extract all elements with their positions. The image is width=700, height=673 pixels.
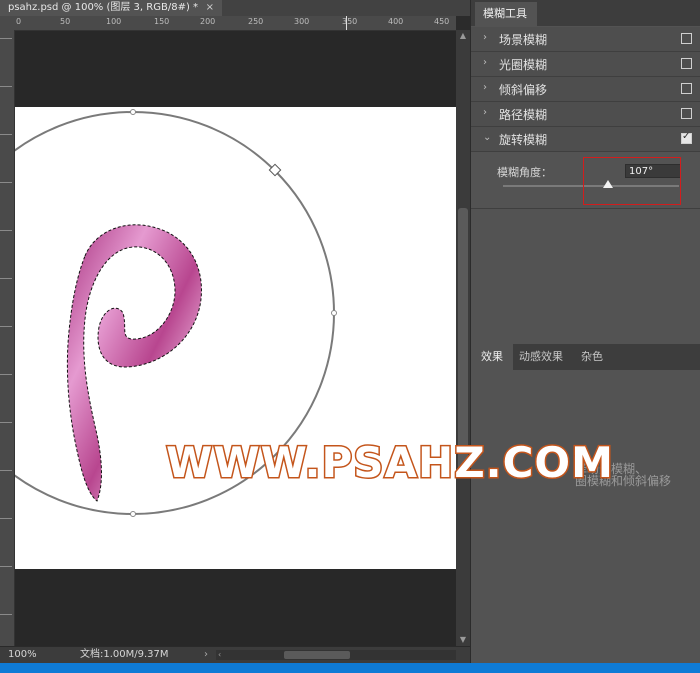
blur-item-checkbox[interactable] bbox=[681, 58, 692, 69]
ring-handle-bottom[interactable] bbox=[130, 511, 136, 517]
ruler-label: 150 bbox=[154, 17, 170, 26]
scroll-up-arrow-icon[interactable]: ▲ bbox=[456, 30, 470, 42]
blur-item-label: 路径模糊 bbox=[499, 108, 548, 122]
ruler-tick bbox=[0, 278, 12, 279]
horizontal-scrollbar[interactable]: ‹ bbox=[216, 650, 456, 660]
blur-item-label: 光圈模糊 bbox=[499, 58, 548, 72]
ruler-label: 450 bbox=[434, 17, 450, 26]
scroll-down-arrow-icon[interactable]: ▼ bbox=[456, 634, 470, 646]
canvas-area[interactable] bbox=[15, 31, 456, 646]
tab-noise[interactable]: 杂色 bbox=[571, 344, 613, 370]
status-menu-arrow-icon[interactable]: › bbox=[204, 647, 208, 662]
vertical-scrollbar-thumb[interactable] bbox=[458, 208, 468, 476]
blur-item-iris-blur[interactable]: › 光圈模糊 bbox=[471, 52, 700, 77]
close-tab-icon[interactable]: × bbox=[206, 0, 214, 16]
ruler-tick bbox=[0, 230, 12, 231]
tab-motion-effects[interactable]: 动感效果 bbox=[509, 344, 573, 370]
ruler-label: 400 bbox=[388, 17, 404, 26]
chevron-down-icon[interactable]: ⌄ bbox=[483, 132, 491, 143]
blur-item-path-blur[interactable]: › 路径模糊 bbox=[471, 102, 700, 127]
ruler-tick bbox=[0, 326, 12, 327]
ruler-tick bbox=[0, 182, 12, 183]
blur-tools-panel: 模糊工具 › 场景模糊 › 光圈模糊 › 倾斜偏移 › 路径模糊 ⌄ 旋转模糊 … bbox=[470, 0, 700, 663]
status-bar: 100% 文档:1.00M/9.37M › ‹ bbox=[0, 646, 470, 663]
horizontal-ruler: 0 50 100 150 200 250 300 350 400 450 bbox=[0, 16, 456, 31]
tab-effects[interactable]: 效果 bbox=[471, 344, 513, 370]
ruler-label: 100 bbox=[106, 17, 122, 26]
blur-item-spin-blur[interactable]: ⌄ 旋转模糊 bbox=[471, 127, 700, 152]
zoom-level[interactable]: 100% bbox=[8, 647, 37, 662]
ruler-tick bbox=[0, 38, 12, 39]
ruler-tick bbox=[0, 422, 12, 423]
document-size: 文档:1.00M/9.37M bbox=[80, 649, 169, 660]
chevron-right-icon[interactable]: › bbox=[483, 57, 487, 68]
ruler-label: 300 bbox=[294, 17, 310, 26]
ruler-label: 50 bbox=[60, 17, 71, 26]
ruler-tick bbox=[0, 614, 12, 615]
document-tab[interactable]: psahz.psd @ 100% (图层 3, RGB/8#) * × bbox=[0, 0, 222, 16]
ruler-label: 200 bbox=[200, 17, 216, 26]
ring-handle-top[interactable] bbox=[130, 109, 136, 115]
effects-tab-bar: 效果 动感效果 杂色 bbox=[471, 344, 700, 370]
blur-item-checkbox[interactable] bbox=[681, 108, 692, 119]
panel-header: 模糊工具 bbox=[471, 0, 700, 26]
horizontal-scrollbar-thumb[interactable] bbox=[284, 651, 350, 659]
spin-blur-settings: 模糊角度： 107° bbox=[471, 152, 700, 209]
blur-item-checkbox[interactable] bbox=[681, 83, 692, 94]
ruler-label: 250 bbox=[248, 17, 264, 26]
annotation-highlight-box bbox=[583, 157, 681, 205]
ring-handle-right[interactable] bbox=[331, 310, 337, 316]
blur-item-field-blur[interactable]: › 场景模糊 bbox=[471, 27, 700, 52]
watermark-text: WWW.PSAHZ.COM bbox=[165, 437, 615, 489]
ruler-tick bbox=[0, 374, 12, 375]
document-tab-title: psahz.psd @ 100% (图层 3, RGB/8#) * bbox=[8, 2, 199, 13]
blur-item-label: 场景模糊 bbox=[499, 33, 548, 47]
ruler-tick bbox=[0, 86, 12, 87]
ruler-tick bbox=[0, 134, 12, 135]
blur-item-tilt-shift[interactable]: › 倾斜偏移 bbox=[471, 77, 700, 102]
document-tab-bar: psahz.psd @ 100% (图层 3, RGB/8#) * × bbox=[0, 0, 470, 16]
ruler-tick bbox=[0, 518, 12, 519]
vertical-scrollbar[interactable]: ▲ ▼ bbox=[456, 30, 470, 646]
vertical-ruler bbox=[0, 30, 15, 646]
ruler-tick bbox=[0, 566, 12, 567]
ruler-tick bbox=[0, 470, 12, 471]
ruler-label: 350 bbox=[342, 17, 358, 26]
chevron-right-icon[interactable]: › bbox=[483, 82, 487, 93]
chevron-right-icon[interactable]: › bbox=[483, 107, 487, 118]
blur-item-label: 旋转模糊 bbox=[499, 133, 548, 147]
blur-angle-label: 模糊角度： bbox=[497, 166, 552, 179]
canvas-overlay[interactable] bbox=[15, 31, 456, 646]
tab-blur-tools[interactable]: 模糊工具 bbox=[475, 2, 537, 26]
blur-item-checkbox-checked[interactable] bbox=[681, 131, 692, 144]
scroll-left-arrow-icon[interactable]: ‹ bbox=[218, 647, 221, 662]
ruler-cursor-marker bbox=[346, 16, 347, 30]
blur-item-label: 倾斜偏移 bbox=[499, 83, 548, 97]
taskbar-strip bbox=[0, 663, 700, 673]
blur-item-checkbox[interactable] bbox=[681, 33, 692, 44]
chevron-right-icon[interactable]: › bbox=[483, 32, 487, 43]
ruler-label: 0 bbox=[16, 17, 22, 26]
